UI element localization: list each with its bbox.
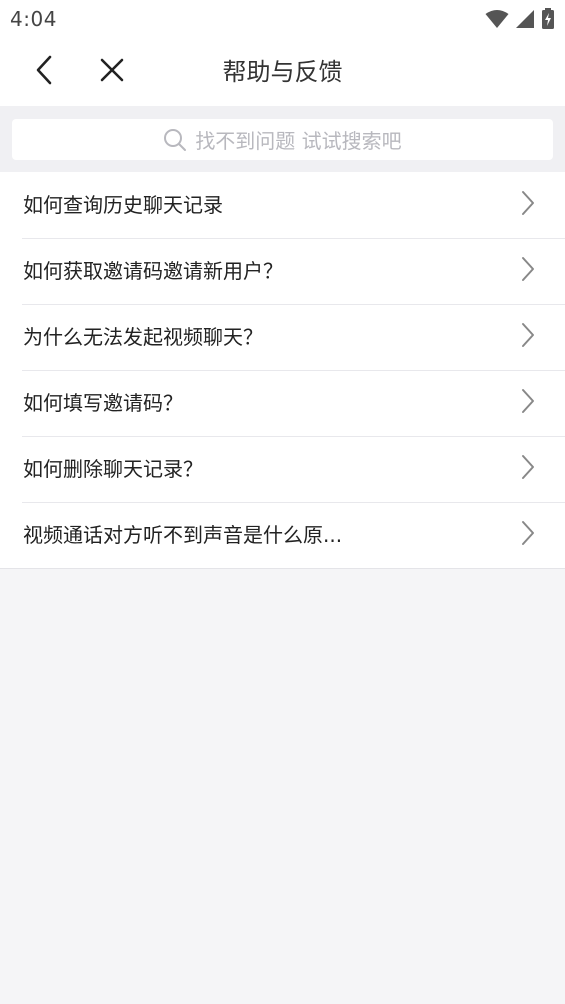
status-icons	[485, 8, 555, 34]
chevron-right-icon	[522, 389, 534, 413]
chevron-left-icon	[34, 55, 54, 89]
faq-item-label: 如何查询历史聊天记录	[23, 193, 223, 217]
status-time: 4:04	[10, 7, 57, 31]
faq-item-label: 如何删除聊天记录？	[23, 457, 203, 481]
chevron-right-icon	[522, 455, 534, 479]
chevron-right-icon	[522, 323, 534, 347]
close-button[interactable]	[92, 52, 132, 92]
faq-item-chat-history[interactable]: 如何查询历史聊天记录	[0, 172, 565, 238]
faq-item-label: 如何获取邀请码邀请新用户？	[23, 259, 283, 283]
faq-item-no-sound[interactable]: 视频通话对方听不到声音是什么原...	[0, 502, 565, 568]
search-placeholder: 找不到问题 试试搜索吧	[195, 129, 402, 153]
faq-item-video-chat[interactable]: 为什么无法发起视频聊天？	[0, 304, 565, 370]
back-button[interactable]	[24, 52, 64, 92]
faq-item-label: 如何填写邀请码？	[23, 391, 183, 415]
header: 帮助与反馈	[0, 38, 565, 106]
faq-item-fill-invite-code[interactable]: 如何填写邀请码？	[0, 370, 565, 436]
faq-item-label: 为什么无法发起视频聊天？	[23, 325, 263, 349]
wifi-icon	[485, 9, 509, 33]
faq-item-label: 视频通话对方听不到声音是什么原...	[23, 523, 343, 547]
chevron-right-icon	[522, 191, 534, 215]
status-bar: 4:04	[0, 0, 565, 38]
cell-signal-icon	[515, 9, 535, 33]
chevron-right-icon	[522, 257, 534, 281]
faq-item-delete-chat[interactable]: 如何删除聊天记录？	[0, 436, 565, 502]
chevron-right-icon	[522, 521, 534, 545]
page-title: 帮助与反馈	[222, 58, 343, 86]
faq-item-invite-code[interactable]: 如何获取邀请码邀请新用户？	[0, 238, 565, 304]
close-icon	[99, 57, 125, 87]
search-icon	[163, 128, 187, 152]
search-input[interactable]: 找不到问题 试试搜索吧	[12, 119, 553, 160]
search-area: 找不到问题 试试搜索吧	[0, 106, 565, 172]
battery-charging-icon	[541, 8, 555, 34]
faq-list: 如何查询历史聊天记录 如何获取邀请码邀请新用户？ 为什么无法发起视频聊天？ 如何…	[0, 172, 565, 569]
